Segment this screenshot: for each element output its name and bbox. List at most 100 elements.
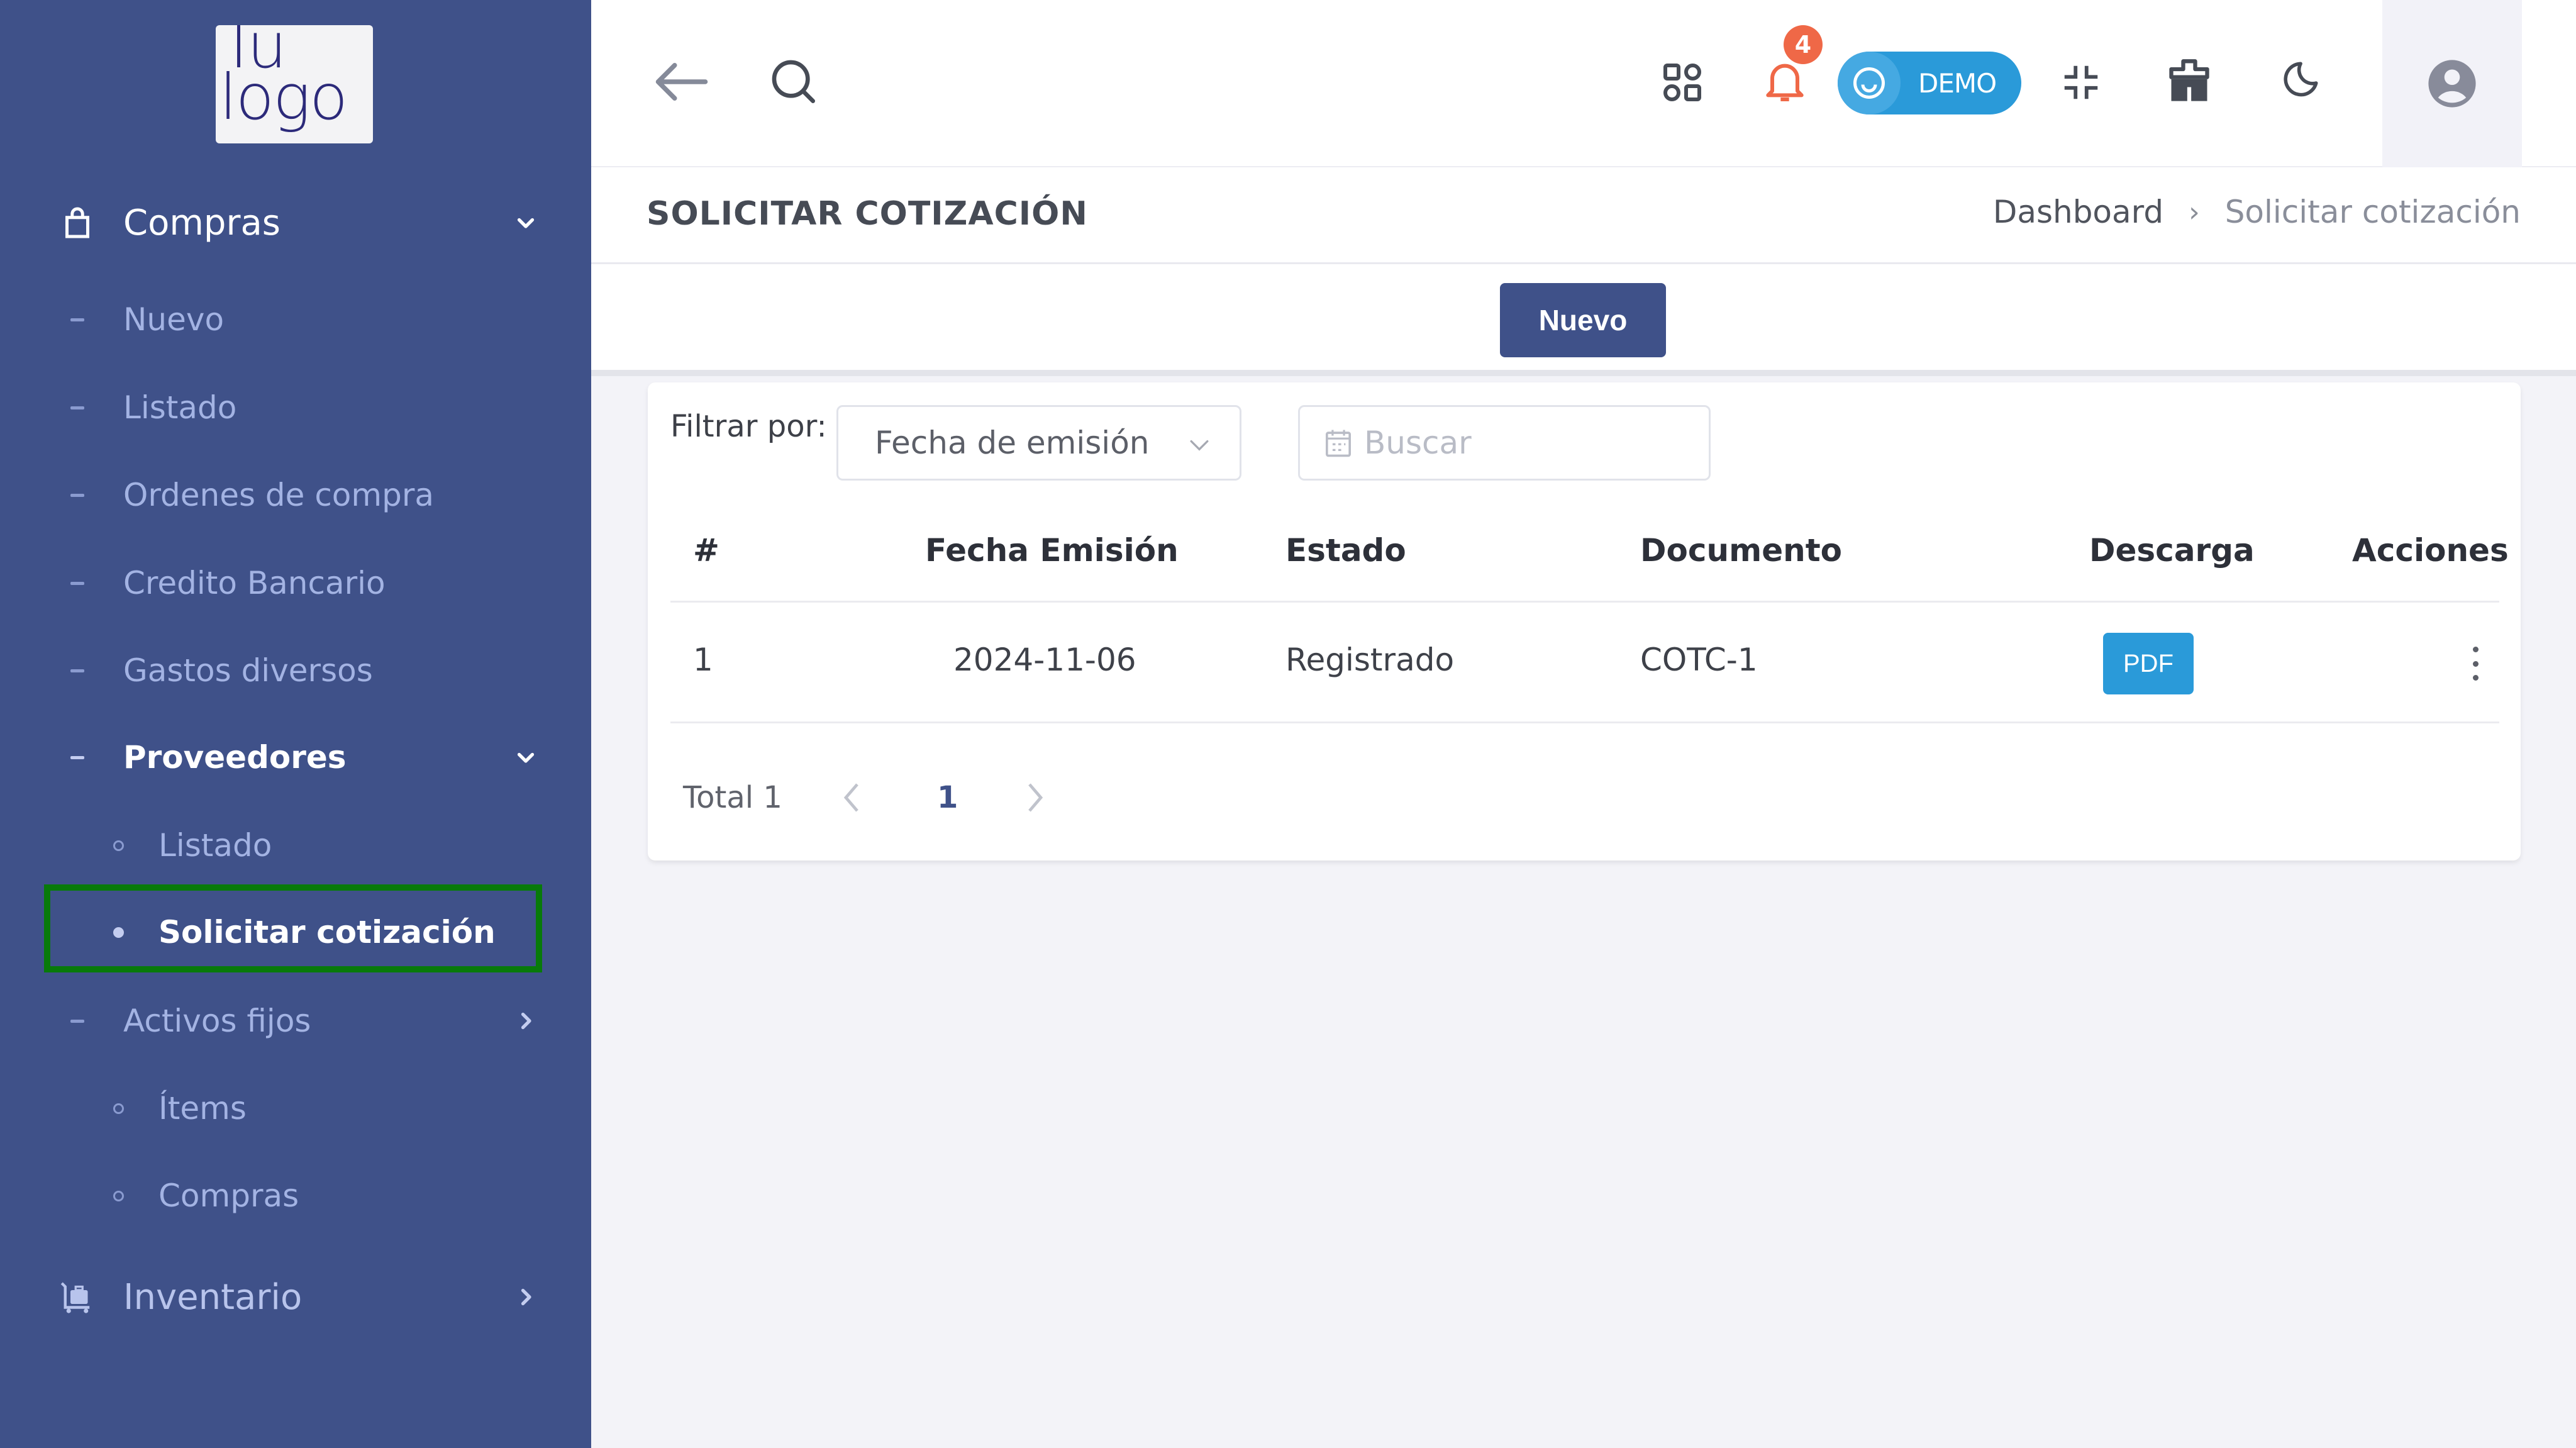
pagination-prev-button[interactable]: [839, 779, 864, 819]
circle-bullet-icon: [113, 1190, 124, 1201]
sidebar-item-label: Listado: [123, 389, 237, 426]
smile-icon: [1838, 52, 1901, 114]
breadcrumb-dashboard-link[interactable]: Dashboard: [1993, 194, 2163, 230]
sidebar-item-label: Activos fijos: [123, 1003, 311, 1039]
company-logo[interactable]: Tu logo: [216, 25, 373, 143]
pagination-page-current[interactable]: 1: [937, 780, 958, 815]
circle-bullet-icon: [113, 840, 124, 851]
sidebar: Tu logo Compras Nuevo Listado Ordenes de…: [0, 0, 591, 1448]
cell-estado: Registrado: [1285, 642, 1455, 678]
filter-by-selected: Fecha de emisión: [875, 425, 1150, 461]
column-header-descarga: Descarga: [2089, 532, 2255, 569]
sidebar-item-label: Nuevo: [123, 301, 225, 338]
dash-bullet-icon: [70, 318, 84, 321]
page-title-bar: SOLICITAR COTIZACIÓN Dashboard › Solicit…: [591, 167, 2576, 264]
sidebar-item-proveedores[interactable]: Proveedores: [0, 720, 591, 795]
action-bar: Nuevo: [591, 264, 2576, 376]
sidebar-item-label: Listado: [158, 827, 272, 864]
luggage-cart-icon: [60, 1282, 90, 1313]
column-header-index: #: [693, 532, 719, 569]
user-circle-icon: [2428, 60, 2476, 108]
top-header: 4 DEMO: [591, 0, 2576, 167]
sidebar-item-label: Solicitar cotización: [158, 914, 496, 950]
sidebar-section-label: Inventario: [123, 1276, 303, 1318]
sidebar-subitem-items[interactable]: Ítems: [0, 1071, 591, 1146]
cell-documento: COTC-1: [1640, 642, 1758, 678]
table-row: 1 2024-11-06 Registrado COTC-1 PDF: [670, 603, 2499, 723]
store-icon: [2169, 59, 2209, 101]
sidebar-item-label: Ítems: [158, 1090, 247, 1127]
pagination-next-button[interactable]: [1023, 779, 1048, 819]
calendar-icon: [1326, 430, 1351, 457]
sidebar-item-gastos-diversos[interactable]: Gastos diversos: [0, 633, 591, 708]
cell-fecha-emision: 2024-11-06: [953, 642, 1136, 678]
sidebar-subitem-solicitar-cotizacion[interactable]: Solicitar cotización: [0, 894, 591, 970]
chevron-right-icon[interactable]: [511, 1006, 541, 1036]
sidebar-item-label: Credito Bancario: [123, 565, 386, 601]
dash-bullet-icon: [70, 669, 84, 672]
fullscreen-toggle-button[interactable]: [2053, 54, 2109, 111]
dash-bullet-icon: [70, 1019, 84, 1023]
pagination-total: Total 1: [683, 780, 782, 815]
chevron-down-icon[interactable]: [511, 742, 541, 772]
dash-bullet-icon: [70, 406, 84, 409]
cell-index: 1: [693, 642, 713, 678]
sidebar-subitem-listado[interactable]: Listado: [0, 808, 591, 883]
search-icon: [772, 60, 815, 104]
chevron-right-icon[interactable]: [511, 1282, 541, 1312]
quotations-table: # Fecha Emisión Estado Documento Descarg…: [670, 502, 2509, 723]
sidebar-item-activos-fijos[interactable]: Activos fijos: [0, 983, 591, 1059]
table-header: # Fecha Emisión Estado Documento Descarg…: [670, 502, 2509, 603]
search-button[interactable]: [765, 53, 821, 109]
sidebar-item-label: Proveedores: [123, 739, 347, 776]
chevron-left-icon: [843, 783, 858, 812]
notification-count-badge: 4: [1784, 25, 1823, 64]
sidebar-item-label: Gastos diversos: [123, 652, 373, 689]
page-title: SOLICITAR COTIZACIÓN: [647, 195, 1088, 233]
pagination: Total 1 1: [683, 772, 1043, 823]
sidebar-item-credito-bancario[interactable]: Credito Bancario: [0, 545, 591, 621]
chevron-right-icon: [1028, 783, 1043, 812]
user-menu-button[interactable]: [2382, 0, 2522, 167]
sidebar-subitem-compras[interactable]: Compras: [0, 1158, 591, 1234]
search-field[interactable]: [1298, 405, 1711, 481]
sidebar-item-listado[interactable]: Listado: [0, 370, 591, 445]
breadcrumb-separator-icon: ›: [2189, 196, 2200, 228]
column-header-documento[interactable]: Documento: [1640, 532, 1842, 569]
shopping-bag-icon: [65, 207, 89, 238]
sidebar-section-label: Compras: [123, 202, 280, 243]
quotations-card: Filtrar por: Fecha de emisión # Fecha Em…: [648, 382, 2521, 860]
new-quotation-button[interactable]: Nuevo: [1500, 283, 1666, 357]
sidebar-item-label: Compras: [158, 1178, 299, 1214]
compress-icon: [2064, 65, 2098, 99]
breadcrumb-current: Solicitar cotización: [2224, 194, 2521, 230]
column-header-fecha-emision[interactable]: Fecha Emisión: [925, 532, 1179, 569]
logo-text: Tu logo: [219, 25, 348, 134]
moon-icon: [2284, 62, 2318, 97]
sidebar-item-nuevo[interactable]: Nuevo: [0, 282, 591, 357]
store-button[interactable]: [2161, 53, 2218, 109]
row-actions-menu-icon[interactable]: [2463, 642, 2488, 686]
chevron-down-icon: [1190, 440, 1209, 451]
back-button[interactable]: [650, 55, 713, 108]
theme-toggle-button[interactable]: [2270, 53, 2327, 109]
column-header-estado[interactable]: Estado: [1285, 532, 1406, 569]
column-header-acciones: Acciones: [2352, 532, 2509, 569]
apps-grid-icon: [1663, 64, 1701, 101]
sidebar-item-ordenes-de-compra[interactable]: Ordenes de compra: [0, 457, 591, 533]
demo-mode-toggle[interactable]: DEMO: [1838, 52, 2021, 114]
dash-bullet-icon: [70, 755, 84, 759]
sidebar-section-compras[interactable]: Compras: [0, 185, 591, 260]
search-input[interactable]: [1364, 425, 1691, 461]
dash-bullet-icon: [70, 581, 84, 585]
filter-by-select[interactable]: Fecha de emisión: [836, 405, 1241, 481]
apps-button[interactable]: [1654, 54, 1711, 111]
chevron-down-icon[interactable]: [511, 208, 541, 238]
sidebar-item-label: Ordenes de compra: [123, 477, 435, 513]
breadcrumb: Dashboard › Solicitar cotización: [1993, 194, 2521, 230]
download-pdf-button[interactable]: PDF: [2103, 633, 2194, 694]
sidebar-section-inventario[interactable]: Inventario: [0, 1259, 591, 1335]
dash-bullet-icon: [70, 493, 84, 497]
circle-bullet-icon: [113, 927, 124, 938]
demo-label: DEMO: [1918, 67, 1997, 99]
